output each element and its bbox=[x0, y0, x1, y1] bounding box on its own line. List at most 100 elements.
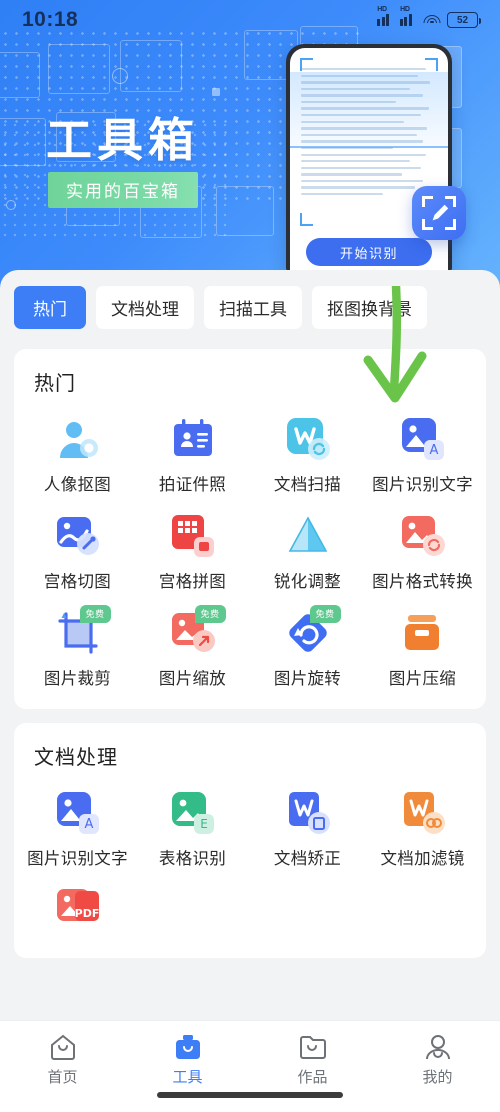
signal-icon-1: HD bbox=[377, 6, 393, 26]
tool-grid-collage[interactable]: 宫格拼图 bbox=[135, 499, 250, 596]
sharpen-adjust-icon bbox=[285, 513, 331, 559]
image-compress-icon bbox=[400, 610, 446, 656]
tool-label: 文档加滤镜 bbox=[380, 850, 465, 868]
nav-item-tools[interactable]: 工具 bbox=[125, 1033, 250, 1087]
tool-label: 拍证件照 bbox=[158, 476, 227, 494]
tool-image-rotate[interactable]: 免费 图片旋转 bbox=[250, 596, 365, 693]
nav-label: 首页 bbox=[47, 1069, 78, 1086]
section-title: 文档处理 bbox=[34, 747, 118, 769]
deco-circle bbox=[6, 200, 16, 210]
deco-circle bbox=[112, 68, 128, 84]
svg-text:A: A bbox=[429, 443, 438, 458]
nav-item-home[interactable]: 首页 bbox=[0, 1033, 125, 1087]
image-format-convert-icon bbox=[400, 513, 446, 559]
tool-label: 人像抠图 bbox=[43, 476, 112, 494]
page-title: 工具箱 bbox=[46, 114, 199, 166]
scan-edit-icon bbox=[412, 186, 466, 240]
deco-rect bbox=[0, 118, 46, 166]
document-correct-icon bbox=[285, 790, 331, 836]
tool-image-compress[interactable]: 图片压缩 bbox=[365, 596, 480, 693]
tool-label: 表格识别 bbox=[158, 850, 227, 868]
tool-image-to-text-doc[interactable]: A 图片识别文字 bbox=[20, 776, 135, 873]
home-indicator[interactable] bbox=[157, 1092, 343, 1098]
scan-highlight-band bbox=[290, 72, 448, 148]
tool-label: 图片格式转换 bbox=[372, 573, 473, 591]
table-recognition-icon: E bbox=[170, 790, 216, 836]
tool-id-photo[interactable]: 拍证件照 bbox=[135, 402, 250, 499]
tool-sharpen-adjust[interactable]: 锐化调整 bbox=[250, 499, 365, 596]
user-icon bbox=[425, 1035, 450, 1060]
tool-label: 文档扫描 bbox=[273, 476, 342, 494]
tab-hot[interactable]: 热门 bbox=[14, 286, 86, 329]
deco-rect bbox=[48, 44, 110, 94]
grid-cut-icon bbox=[55, 513, 101, 559]
svg-text:PDF: PDF bbox=[74, 907, 99, 920]
start-recognition-button[interactable]: 开始识别 bbox=[306, 238, 432, 266]
tool-label: 宫格切图 bbox=[43, 573, 112, 591]
section-document-processing: 文档处理 A 图片识别文字 E 表格识别 文档矫正 文档加滤镜 PDF bbox=[14, 723, 486, 958]
free-badge: 免费 bbox=[79, 605, 111, 623]
nav-item-profile[interactable]: 我的 bbox=[375, 1033, 500, 1087]
tool-document-scan[interactable]: 文档扫描 bbox=[250, 402, 365, 499]
tool-portrait-cutout[interactable]: 人像抠图 bbox=[20, 402, 135, 499]
tool-grid: A 图片识别文字 E 表格识别 文档矫正 文档加滤镜 PDF bbox=[20, 776, 480, 942]
tool-grid: 人像抠图 拍证件照 文档扫描 A 图片识别文字 宫格切图 宫格拼图 锐化调整 图… bbox=[20, 402, 480, 693]
free-badge: 免费 bbox=[194, 605, 226, 623]
home-icon bbox=[50, 1034, 75, 1060]
scan-corner-icon bbox=[300, 213, 313, 226]
tool-label: 图片识别文字 bbox=[372, 476, 473, 494]
nav-item-works[interactable]: 作品 bbox=[250, 1033, 375, 1087]
grid-collage-icon bbox=[170, 513, 216, 559]
battery-level: 52 bbox=[456, 14, 469, 26]
status-icons: HD HD 52 bbox=[377, 6, 481, 28]
tool-label: 图片识别文字 bbox=[27, 850, 128, 868]
nav-label: 我的 bbox=[422, 1069, 453, 1086]
tool-document-correct[interactable]: 文档矫正 bbox=[250, 776, 365, 873]
free-badge: 免费 bbox=[309, 605, 341, 623]
tool-grid-cut[interactable]: 宫格切图 bbox=[20, 499, 135, 596]
status-bar: 10:18 HD HD 52 bbox=[0, 0, 500, 40]
tool-label: 宫格拼图 bbox=[158, 573, 227, 591]
tab-scan-tools[interactable]: 扫描工具 bbox=[204, 286, 302, 329]
page-subtitle: 实用的百宝箱 bbox=[66, 182, 180, 201]
document-filter-icon bbox=[400, 790, 446, 836]
svg-text:E: E bbox=[200, 817, 208, 831]
bottom-navigation: 首页 工具 作品 我的 bbox=[0, 1020, 500, 1112]
deco-rect bbox=[120, 40, 182, 92]
tool-image-format-convert[interactable]: 图片格式转换 bbox=[365, 499, 480, 596]
scan-corner-icon bbox=[425, 58, 438, 71]
down-arrow-annotation bbox=[363, 286, 427, 403]
wifi-icon bbox=[423, 14, 440, 27]
tab-document-processing[interactable]: 文档处理 bbox=[96, 286, 194, 329]
svg-text:A: A bbox=[84, 817, 93, 832]
id-photo-icon bbox=[170, 416, 216, 462]
folder-icon bbox=[299, 1036, 326, 1059]
image-to-text-icon: A bbox=[55, 790, 101, 836]
tool-label: 文档矫正 bbox=[273, 850, 342, 868]
document-scan-icon bbox=[285, 416, 331, 462]
tool-label: 图片裁剪 bbox=[43, 670, 112, 688]
nav-label: 作品 bbox=[297, 1069, 328, 1086]
tool-image-crop[interactable]: 免费 图片裁剪 bbox=[20, 596, 135, 693]
pencil-icon bbox=[432, 204, 449, 221]
subtitle-banner: 实用的百宝箱 bbox=[48, 172, 198, 208]
deco-rect bbox=[216, 186, 274, 236]
portrait-cutout-icon bbox=[55, 416, 101, 462]
image-to-pdf-icon: PDF bbox=[55, 887, 101, 933]
deco-rect bbox=[0, 52, 40, 98]
nav-label: 工具 bbox=[172, 1069, 203, 1086]
tool-table-recognition[interactable]: E 表格识别 bbox=[135, 776, 250, 873]
hd-label-1: HD bbox=[377, 6, 387, 14]
tool-image-to-pdf[interactable]: PDF bbox=[20, 873, 135, 942]
deco-square bbox=[212, 88, 220, 96]
tool-image-resize[interactable]: 免费 图片缩放 bbox=[135, 596, 250, 693]
tool-document-filter[interactable]: 文档加滤镜 bbox=[365, 776, 480, 873]
toolbox-icon bbox=[175, 1035, 200, 1059]
scan-corner-icon bbox=[300, 58, 313, 71]
tool-label: 图片旋转 bbox=[273, 670, 342, 688]
status-time: 10:18 bbox=[22, 8, 79, 31]
signal-icon-2: HD bbox=[400, 6, 416, 26]
tool-label: 图片缩放 bbox=[158, 670, 227, 688]
battery-icon: 52 bbox=[447, 12, 481, 28]
hd-label-2: HD bbox=[400, 6, 410, 14]
